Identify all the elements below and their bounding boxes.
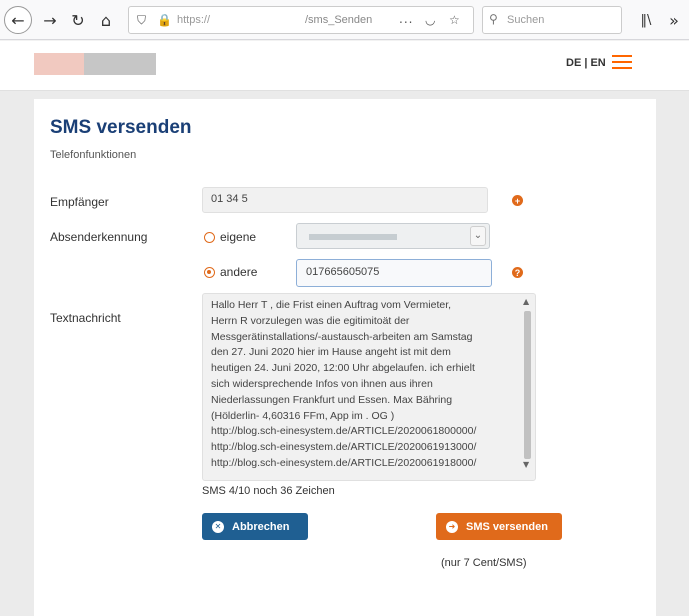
lock-icon: 🔒 (157, 13, 172, 27)
forward-icon[interactable]: → (36, 6, 64, 34)
send-button-label: SMS versenden (466, 520, 548, 533)
message-textarea[interactable]: Hallo Herr T , die Frist einen Auftrag v… (202, 293, 536, 481)
language-switch[interactable]: DE | EN (566, 57, 606, 69)
recipient-label: Empfänger (50, 195, 109, 209)
select-value (309, 234, 397, 240)
cancel-button[interactable]: ✕ Abbrechen (202, 513, 308, 540)
close-icon: ✕ (212, 520, 224, 533)
textarea-scrollbar[interactable]: ▲ ▼ (522, 295, 534, 479)
sender-own-label: eigene (220, 230, 257, 244)
url-bar[interactable]: ⛉ 🔒 https:// /sms_Senden ... ◡ ☆ (128, 6, 474, 34)
chevron-down-icon: ⌄ (470, 226, 486, 246)
page-subtitle: Telefonfunktionen (50, 149, 137, 161)
scroll-up-icon[interactable]: ▲ (523, 297, 529, 306)
price-note: (nur 7 Cent/SMS) (441, 557, 527, 569)
recipient-field[interactable]: 01 34 5 (202, 187, 488, 213)
scroll-down-icon[interactable]: ▼ (523, 460, 529, 469)
message-label: Textnachricht (50, 311, 121, 325)
reload-icon[interactable]: ↻ (64, 6, 92, 34)
library-icon[interactable]: ‖\ (632, 6, 660, 34)
char-counter: SMS 4/10 noch 36 Zeichen (202, 485, 335, 497)
sms-form-card: SMS versenden Telefonfunktionen Empfänge… (34, 99, 656, 616)
message-text: Hallo Herr T , die Frist einen Auftrag v… (211, 299, 477, 469)
pocket-icon[interactable]: ◡ (425, 13, 435, 27)
logo-text[interactable] (84, 53, 156, 75)
hamburger-menu-icon[interactable] (612, 55, 632, 69)
sender-other-label: andere (220, 265, 258, 279)
url-path: /sms_Senden (305, 14, 373, 26)
sender-other-input[interactable]: 017665605075 (296, 259, 492, 287)
question-icon[interactable]: ? (512, 267, 523, 278)
send-sms-button[interactable]: ➜ SMS versenden (436, 513, 562, 540)
arrow-right-icon: ➜ (446, 520, 458, 533)
sender-other-radio[interactable] (204, 267, 215, 278)
page: DE | EN SMS versenden Telefonfunktionen … (0, 41, 689, 616)
scroll-thumb[interactable] (524, 311, 531, 459)
cancel-button-label: Abbrechen (232, 520, 290, 533)
site-header: DE | EN (0, 41, 689, 91)
sender-own-radio[interactable] (204, 232, 215, 243)
info-icon[interactable]: + (512, 195, 523, 206)
search-icon: ⚲ (489, 12, 498, 26)
sender-label: Absenderkennung (50, 230, 148, 244)
back-icon[interactable]: ← (4, 6, 32, 34)
browser-toolbar: ← → ↻ ⌂ ⛉ 🔒 https:// /sms_Senden ... ◡ ☆… (0, 0, 689, 40)
logo[interactable] (34, 53, 86, 75)
page-title: SMS versenden (50, 117, 192, 138)
overflow-icon[interactable]: ... (399, 12, 413, 26)
search-placeholder: Suchen (507, 14, 545, 26)
sender-own-select[interactable]: ⌄ (296, 223, 490, 249)
shield-icon[interactable]: ⛉ (137, 13, 146, 28)
menu-overflow-icon[interactable]: » (660, 6, 688, 34)
home-icon[interactable]: ⌂ (92, 6, 120, 34)
search-input[interactable]: ⚲ Suchen (482, 6, 622, 34)
url-prefix: https:// (177, 14, 211, 26)
star-icon[interactable]: ☆ (449, 13, 460, 27)
